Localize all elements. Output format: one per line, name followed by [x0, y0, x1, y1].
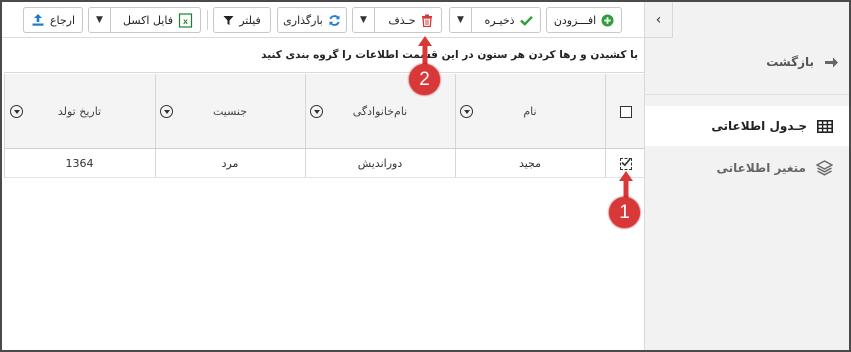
excel-icon: x [178, 12, 193, 28]
filter-circle-icon[interactable] [310, 105, 323, 118]
excel-dropdown-caret[interactable]: ▼ [89, 8, 111, 32]
checkmark-icon [620, 157, 631, 166]
refresh-label: بارگذاری [283, 13, 323, 27]
excel-button[interactable]: فایل اکسل x [116, 12, 200, 28]
excel-button-group: ▼ فایل اکسل x [88, 7, 201, 33]
toolbar: ارجاع ▼ فایل اکسل x فیلتر بارگذاری ▼ حـذ… [2, 2, 646, 38]
add-label: افـــزودن [553, 13, 597, 27]
column-divider [605, 74, 606, 148]
delete-dropdown-caret[interactable]: ▼ [353, 8, 375, 32]
save-button-group: ▼ ذخیـره [449, 7, 541, 33]
annotation-marker-2: 2 [409, 64, 440, 95]
column-header-label: نام [523, 105, 537, 118]
add-button[interactable]: افـــزودن [546, 7, 622, 33]
sidebar-collapse-button[interactable]: ‹ [645, 2, 673, 38]
refresh-button[interactable]: بارگذاری [277, 7, 347, 33]
funnel-icon [223, 15, 234, 25]
grid-left-border [4, 74, 5, 178]
column-divider [455, 149, 456, 177]
delete-label: حـذف [388, 13, 416, 27]
filter-circle-icon[interactable] [10, 105, 23, 118]
sidebar-item-label: جـدول اطلاعاتی [711, 119, 807, 133]
filter-label: فیلتر [239, 13, 261, 27]
sidebar-item-data-variable[interactable]: متغیر اطلاعاتی [645, 148, 849, 188]
column-divider [155, 74, 156, 148]
filter-button[interactable]: فیلتر [213, 7, 271, 33]
column-divider [305, 149, 306, 177]
svg-text:x: x [183, 16, 188, 26]
delete-button[interactable]: حـذف [380, 14, 441, 27]
column-divider [305, 74, 306, 148]
row-checkbox[interactable] [619, 157, 632, 170]
table-row[interactable]: مجید دوراندیش مرد 1364 [4, 149, 646, 178]
table-icon [817, 119, 833, 133]
sidebar-item-data-table[interactable]: جـدول اطلاعاتی [645, 106, 849, 146]
save-label: ذخیـره [484, 13, 515, 27]
save-button[interactable]: ذخیـره [477, 14, 540, 27]
delete-button-group: ▼ حـذف [352, 7, 442, 33]
back-label: بازگشت [766, 55, 814, 69]
plus-circle-icon [601, 14, 614, 26]
group-by-hint-text: با کشیدن و رها کردن هر ستون در این قسمت … [261, 49, 638, 61]
export-button[interactable]: ارجاع [23, 7, 83, 33]
trash-icon [421, 14, 432, 27]
column-divider [605, 149, 606, 177]
sidebar: ‹ بازگشت جـدول اطلاعاتی متغیر اطلاعاتی [644, 2, 849, 350]
select-all-cell [605, 74, 646, 149]
column-header-label: تاریخ تولد [57, 105, 102, 118]
grid-header: نام نام‌خانوادگی جنسیت تاریخ تولد [4, 74, 646, 149]
group-by-drop-zone[interactable]: با کشیدن و رها کردن هر ستون در این قسمت … [4, 39, 646, 73]
excel-label: فایل اکسل [123, 13, 173, 27]
refresh-icon [329, 14, 340, 26]
cell-gender: مرد [221, 157, 239, 170]
arrow-right-icon [825, 57, 838, 67]
annotation-marker-1: 1 [609, 197, 640, 228]
column-divider [455, 74, 456, 148]
cell-birth-date: 1364 [65, 157, 94, 170]
upload-icon [32, 14, 44, 26]
filter-circle-icon[interactable] [460, 105, 473, 118]
back-button[interactable]: بازگشت [659, 50, 839, 74]
sidebar-divider [645, 94, 849, 95]
toolbar-separator [207, 10, 208, 30]
app-window: ارجاع ▼ فایل اکسل x فیلتر بارگذاری ▼ حـذ… [0, 0, 851, 352]
filter-circle-icon[interactable] [160, 105, 173, 118]
column-header-label: نام‌خانوادگی [352, 105, 408, 118]
sidebar-item-label: متغیر اطلاعاتی [716, 161, 806, 175]
column-divider [155, 149, 156, 177]
cell-first-name: مجید [518, 157, 542, 170]
column-header-gender[interactable]: جنسیت [155, 74, 305, 149]
save-dropdown-caret[interactable]: ▼ [450, 8, 472, 32]
export-label: ارجاع [49, 13, 76, 27]
cell-last-name: دوراندیش [357, 157, 403, 170]
check-icon [519, 15, 533, 26]
layers-icon [816, 160, 833, 176]
column-header-label: جنسیت [212, 105, 248, 118]
annotation-arrow-1 [619, 171, 633, 199]
column-header-birth-date[interactable]: تاریخ تولد [4, 74, 155, 149]
select-all-checkbox[interactable] [619, 105, 632, 118]
column-header-first-name[interactable]: نام [455, 74, 605, 149]
chevron-left-icon: ‹ [655, 11, 662, 28]
